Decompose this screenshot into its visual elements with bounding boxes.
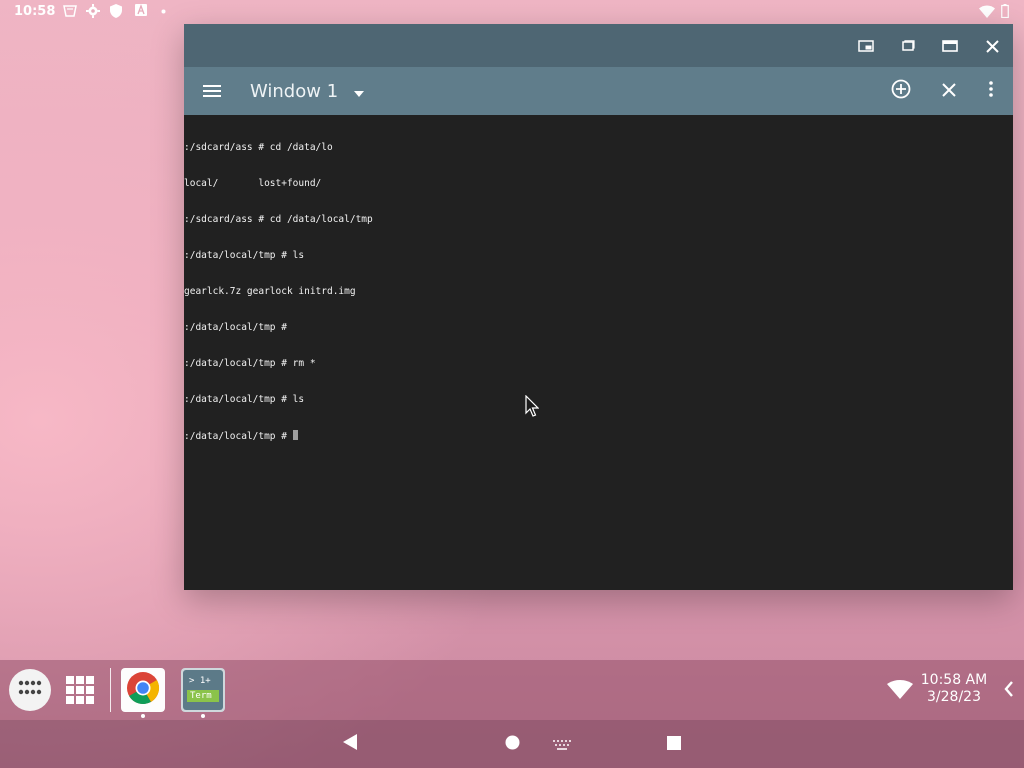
- window-selector-label: Window 1: [250, 80, 339, 102]
- battery-icon: [1001, 4, 1009, 18]
- small-dot-icon: [161, 9, 166, 14]
- taskbar-divider: [110, 668, 111, 712]
- terminal-icon-text: > 1+: [189, 676, 211, 686]
- back-triangle-icon: [343, 734, 357, 754]
- taskbar-app-chrome[interactable]: [121, 668, 165, 718]
- running-indicator: [201, 714, 205, 718]
- text-cursor: [292, 430, 298, 440]
- chrome-icon: [126, 671, 160, 709]
- more-vert-icon: [989, 81, 993, 101]
- window-close-icon[interactable]: [980, 34, 1004, 58]
- notification-icon: [62, 4, 78, 18]
- terminal-line: gearlck.7z gearlock initrd.img: [184, 286, 356, 297]
- add-circle-icon: [891, 79, 911, 103]
- back-button[interactable]: [340, 734, 360, 754]
- terminal-line: local/ lost+found/: [184, 178, 322, 189]
- recent-apps-grid-icon[interactable]: [66, 676, 94, 708]
- dropdown-arrow-icon: [354, 82, 365, 101]
- terminal-line: :/data/local/tmp # ls: [184, 394, 305, 405]
- shield-icon: [110, 4, 122, 18]
- taskbar: > 1+ Term 10:58 AM 3/28/23: [0, 660, 1024, 720]
- terminal-line: :/data/local/tmp # ls: [184, 250, 305, 261]
- recents-button[interactable]: [664, 734, 684, 754]
- chevron-left-icon[interactable]: [1004, 680, 1014, 702]
- app-a-icon: [135, 4, 147, 16]
- navigation-bar: [0, 720, 1024, 768]
- taskbar-app-terminal[interactable]: > 1+ Term: [181, 668, 225, 718]
- keyboard-icon: [553, 735, 571, 754]
- terminal-window: Window 1 :/sdcard/ass # cd /data/lo loca…: [184, 24, 1013, 590]
- maximize-icon[interactable]: [938, 34, 962, 58]
- window-titlebar[interactable]: [184, 24, 1013, 67]
- picture-in-picture-icon[interactable]: [854, 34, 878, 58]
- apps-dots-icon: [18, 680, 42, 700]
- add-window-button[interactable]: [889, 79, 913, 103]
- terminal-prompt: :/data/local/tmp #: [184, 431, 293, 442]
- clock-time: 10:58 AM: [920, 672, 988, 688]
- terminal-output[interactable]: :/sdcard/ass # cd /data/lo local/ lost+f…: [184, 115, 1013, 590]
- mouse-pointer-icon: [525, 394, 540, 421]
- wifi-icon: [979, 5, 995, 18]
- home-button[interactable]: [502, 734, 522, 754]
- keyboard-button[interactable]: [552, 734, 572, 754]
- recents-square-icon: [667, 735, 681, 754]
- taskbar-clock[interactable]: 10:58 AM 3/28/23: [918, 672, 990, 706]
- hamburger-menu-icon[interactable]: [200, 79, 224, 103]
- running-indicator: [141, 714, 145, 718]
- terminal-line: :/sdcard/ass # cd /data/lo: [184, 142, 333, 153]
- terminal-line: :/data/local/tmp #: [184, 322, 287, 333]
- terminal-icon-label: Term: [187, 690, 219, 702]
- gear-icon: [86, 4, 100, 18]
- terminal-app-icon: > 1+ Term: [183, 670, 223, 710]
- taskbar-wifi-icon[interactable]: [887, 680, 913, 703]
- terminal-prompt-line: :/data/local/tmp #: [184, 430, 1013, 442]
- overflow-menu-button[interactable]: [979, 79, 1003, 103]
- close-icon: [942, 82, 956, 101]
- app-toolbar: Window 1: [184, 67, 1013, 115]
- status-bar: 10:58: [0, 0, 1024, 24]
- close-window-button[interactable]: [937, 79, 961, 103]
- window-selector-dropdown[interactable]: Window 1: [250, 78, 365, 104]
- status-time: 10:58: [14, 4, 56, 19]
- restore-icon[interactable]: [896, 34, 920, 58]
- clock-date: 3/28/23: [927, 689, 981, 705]
- home-circle-icon: [505, 735, 520, 754]
- app-launcher-button[interactable]: [9, 669, 51, 711]
- terminal-line: :/sdcard/ass # cd /data/local/tmp: [184, 214, 373, 225]
- terminal-line: :/data/local/tmp # rm *: [184, 358, 316, 369]
